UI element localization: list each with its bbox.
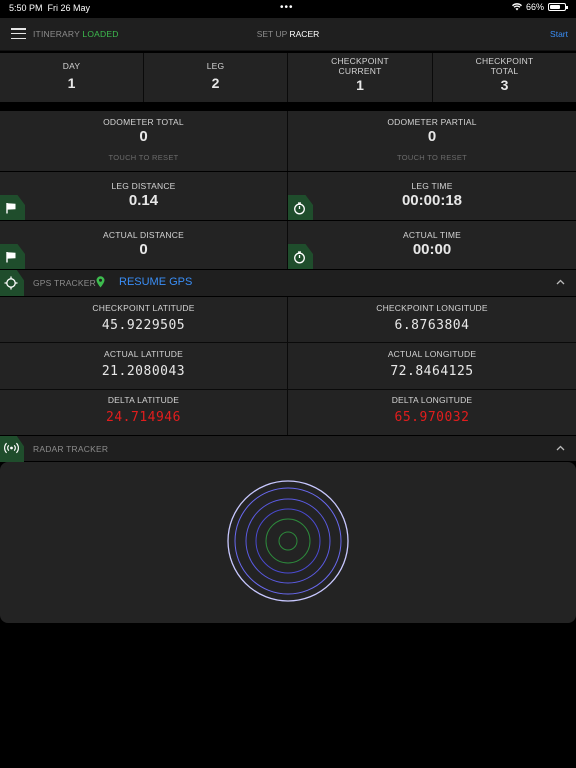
- resume-gps-button[interactable]: RESUME GPS: [119, 276, 192, 288]
- radar-ring-inner: [278, 531, 298, 551]
- checkpoint-current-label: CHECKPOINT CURRENT: [331, 56, 389, 76]
- delta-longitude-label: DELTA LONGITUDE: [391, 395, 473, 405]
- gps-tracker-title: GPS TRACKER: [33, 278, 96, 288]
- odometer-partial-reset-hint: TOUCH TO RESET: [396, 153, 468, 162]
- status-bar: 5:50 PM Fri 26 May ••• 66%: [0, 0, 576, 18]
- checkpoint-longitude-cell: CHECKPOINT LONGITUDE 6.8763804: [288, 303, 576, 333]
- radar-tracker-title: RADAR TRACKER: [33, 444, 109, 454]
- checkpoint-latitude-cell: CHECKPOINT LATITUDE 45.9229505: [0, 303, 287, 333]
- checkpoint-current-cell: CHECKPOINT CURRENT 1: [288, 56, 432, 93]
- checkpoint-total-cell: CHECKPOINT TOTAL 3: [433, 56, 576, 93]
- delta-latitude-cell: DELTA LATITUDE 24.714946: [0, 395, 287, 425]
- actual-latitude-label: ACTUAL LATITUDE: [103, 349, 184, 359]
- actual-distance-label: ACTUAL DISTANCE: [103, 230, 184, 240]
- top-stats-panel: DAY 1 LEG 2 CHECKPOINT CURRENT 1 CHECKPOI…: [0, 53, 576, 102]
- map-pin-icon: [96, 276, 105, 288]
- multitask-dots[interactable]: •••: [280, 2, 294, 13]
- actual-distance-cell: ACTUAL DISTANCE 0: [0, 230, 287, 258]
- actual-time-cell: ACTUAL TIME 00:00: [288, 230, 576, 258]
- status-right: 66%: [511, 2, 568, 12]
- leg-panel: LEG DISTANCE 0.14 LEG TIME 00:00:18: [0, 172, 576, 220]
- leg-cell: LEG 2: [144, 61, 287, 91]
- crosshair-icon: [4, 276, 18, 290]
- status-time: 5:50 PM Fri 26 May: [9, 3, 91, 13]
- odometer-partial-cell[interactable]: ODOMETER PARTIAL 0 TOUCH TO RESET: [288, 117, 576, 162]
- setup-title: SET UP RACER: [256, 29, 320, 39]
- day-value: 1: [67, 75, 76, 91]
- battery-icon: [548, 3, 568, 11]
- leg-value: 2: [211, 75, 220, 91]
- checkpoint-latitude-value: 45.9229505: [101, 318, 186, 333]
- checkpoint-latitude-label: CHECKPOINT LATITUDE: [92, 303, 195, 313]
- day-label: DAY: [62, 61, 81, 71]
- odometer-total-label: ODOMETER TOTAL: [103, 117, 184, 127]
- nav-bar: ITINERARY LOADED SET UP RACER Start: [0, 18, 576, 51]
- odometer-total-value: 0: [139, 128, 148, 145]
- delta-latitude-label: DELTA LATITUDE: [107, 395, 180, 405]
- radar-tracker-header[interactable]: RADAR TRACKER: [0, 436, 576, 462]
- leg-time-value: 00:00:18: [401, 192, 463, 209]
- checkpoint-total-value: 3: [500, 77, 509, 93]
- chevron-up-icon[interactable]: [556, 443, 565, 454]
- radar-icon-tag: [0, 436, 24, 462]
- battery-percent: 66%: [525, 2, 544, 12]
- radar-ring-2: [234, 487, 342, 595]
- gps-tracker-header[interactable]: GPS TRACKER RESUME GPS: [0, 270, 576, 296]
- wifi-icon: [511, 3, 522, 11]
- odometer-total-cell[interactable]: ODOMETER TOTAL 0 TOUCH TO RESET: [0, 117, 287, 162]
- actual-longitude-value: 72.8464125: [390, 364, 474, 379]
- delta-longitude-cell: DELTA LONGITUDE 65.970032: [288, 395, 576, 425]
- odometer-panel: ODOMETER TOTAL 0 TOUCH TO RESET ODOMETER…: [0, 111, 576, 171]
- actual-latitude-value: 21.2080043: [101, 364, 186, 379]
- radar-ring-3: [245, 498, 331, 584]
- actual-distance-value: 0: [139, 241, 148, 258]
- gps-icon-tag: [0, 270, 24, 296]
- checkpoint-total-label: CHECKPOINT TOTAL: [475, 56, 534, 76]
- actual-longitude-label: ACTUAL LONGITUDE: [387, 349, 477, 359]
- start-button[interactable]: Start: [550, 29, 568, 39]
- leg-distance-cell: LEG DISTANCE 0.14: [0, 181, 287, 209]
- actual-time-label: ACTUAL TIME: [403, 230, 461, 240]
- delta-latitude-value: 24.714946: [106, 410, 181, 425]
- checkpoint-current-value: 1: [356, 77, 364, 93]
- delta-longitude-value: 65.970032: [394, 410, 470, 425]
- actual-panel: ACTUAL DISTANCE 0 ACTUAL TIME 00:00: [0, 221, 576, 269]
- checkpoint-longitude-label: CHECKPOINT LONGITUDE: [376, 303, 488, 313]
- leg-time-label: LEG TIME: [411, 181, 453, 191]
- radar-display: [227, 480, 349, 602]
- leg-distance-label: LEG DISTANCE: [111, 181, 176, 191]
- actual-longitude-cell: ACTUAL LONGITUDE 72.8464125: [288, 349, 576, 379]
- odometer-total-reset-hint: TOUCH TO RESET: [108, 153, 179, 162]
- actual-latitude-cell: ACTUAL LATITUDE 21.2080043: [0, 349, 287, 379]
- chevron-up-icon[interactable]: [556, 277, 565, 288]
- radar-panel: [0, 462, 576, 623]
- odometer-partial-label: ODOMETER PARTIAL: [387, 117, 477, 127]
- radar-waves-icon: [4, 442, 19, 454]
- leg-distance-value: 0.14: [128, 192, 159, 209]
- odometer-partial-value: 0: [427, 128, 437, 145]
- radar-ring-5: [265, 518, 311, 564]
- gps-data-panel: CHECKPOINT LATITUDE 45.9229505 CHECKPOIN…: [0, 297, 576, 435]
- checkpoint-longitude-value: 6.8763804: [394, 318, 470, 333]
- day-cell: DAY 1: [0, 61, 143, 91]
- actual-time-value: 00:00: [412, 241, 452, 258]
- leg-label: LEG: [206, 61, 225, 71]
- leg-time-cell: LEG TIME 00:00:18: [288, 181, 576, 209]
